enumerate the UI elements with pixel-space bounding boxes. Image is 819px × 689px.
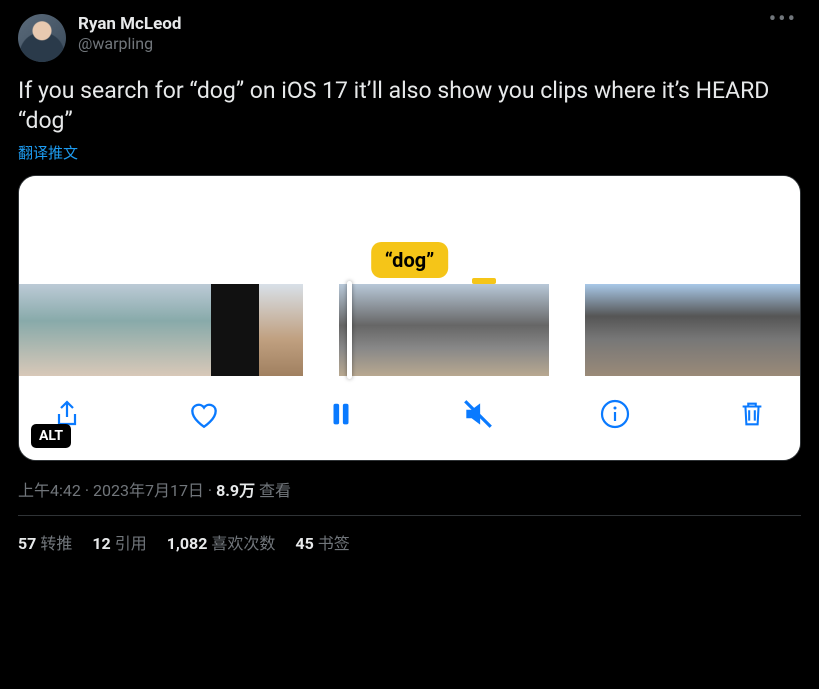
timeline-strip[interactable] [19, 284, 800, 376]
clip-thumb[interactable] [67, 284, 115, 376]
clip-thumb[interactable] [115, 284, 163, 376]
tweet-container: Ryan McLeod @warpling ••• If you search … [0, 0, 819, 554]
clip-group-1 [19, 284, 303, 376]
clip-group-2 [339, 284, 549, 376]
clip-group-3 [585, 284, 801, 376]
tweet-text: If you search for “dog” on iOS 17 it’ll … [18, 76, 801, 136]
clip-thumb[interactable] [479, 284, 549, 376]
alt-badge[interactable]: ALT [31, 424, 71, 448]
views-label: 查看 [259, 481, 291, 500]
user-handle: @warpling [78, 34, 765, 54]
strip-gap [306, 284, 336, 376]
pause-icon[interactable] [321, 394, 361, 434]
more-menu-icon[interactable]: ••• [765, 14, 801, 26]
strip-gap [552, 284, 582, 376]
views-count: 8.9万 [216, 481, 255, 500]
tweet-time[interactable]: 上午4:42 [18, 481, 81, 500]
media-preview-top: “dog” [19, 176, 800, 284]
avatar[interactable] [18, 14, 66, 62]
trash-icon[interactable] [732, 394, 772, 434]
likes-stat[interactable]: 1,082喜欢次数 [167, 530, 276, 554]
translate-link[interactable]: 翻译推文 [18, 142, 801, 163]
clip-thumb[interactable] [211, 284, 259, 376]
tweet-stats: 57转推 12引用 1,082喜欢次数 45书签 [18, 530, 801, 554]
tweet-meta: 上午4:42 · 2023年7月17日 · 8.9万 查看 [18, 477, 801, 501]
bookmarks-stat[interactable]: 45书签 [295, 530, 349, 554]
speaker-mute-icon[interactable] [458, 394, 498, 434]
quotes-stat[interactable]: 12引用 [92, 530, 146, 554]
tweet-header: Ryan McLeod @warpling ••• [18, 14, 801, 62]
tweet-date[interactable]: 2023年7月17日 [93, 481, 204, 500]
clip-thumb[interactable] [681, 284, 729, 376]
divider [18, 515, 801, 516]
author-names[interactable]: Ryan McLeod @warpling [78, 14, 765, 54]
clip-thumb[interactable] [163, 284, 211, 376]
clip-thumb[interactable] [633, 284, 681, 376]
clip-thumb[interactable] [409, 284, 479, 376]
playhead-icon[interactable] [347, 281, 352, 379]
clip-thumb[interactable] [777, 284, 801, 376]
clip-thumb[interactable] [585, 284, 633, 376]
media-card[interactable]: “dog” [18, 175, 801, 461]
clip-thumb[interactable] [19, 284, 67, 376]
transcription-tag: “dog” [371, 242, 449, 278]
retweets-stat[interactable]: 57转推 [18, 530, 72, 554]
clip-thumb[interactable] [259, 284, 303, 376]
info-icon[interactable] [595, 394, 635, 434]
display-name: Ryan McLeod [78, 14, 765, 34]
media-controls [19, 376, 800, 460]
clip-thumb[interactable] [729, 284, 777, 376]
heart-icon[interactable] [184, 394, 224, 434]
